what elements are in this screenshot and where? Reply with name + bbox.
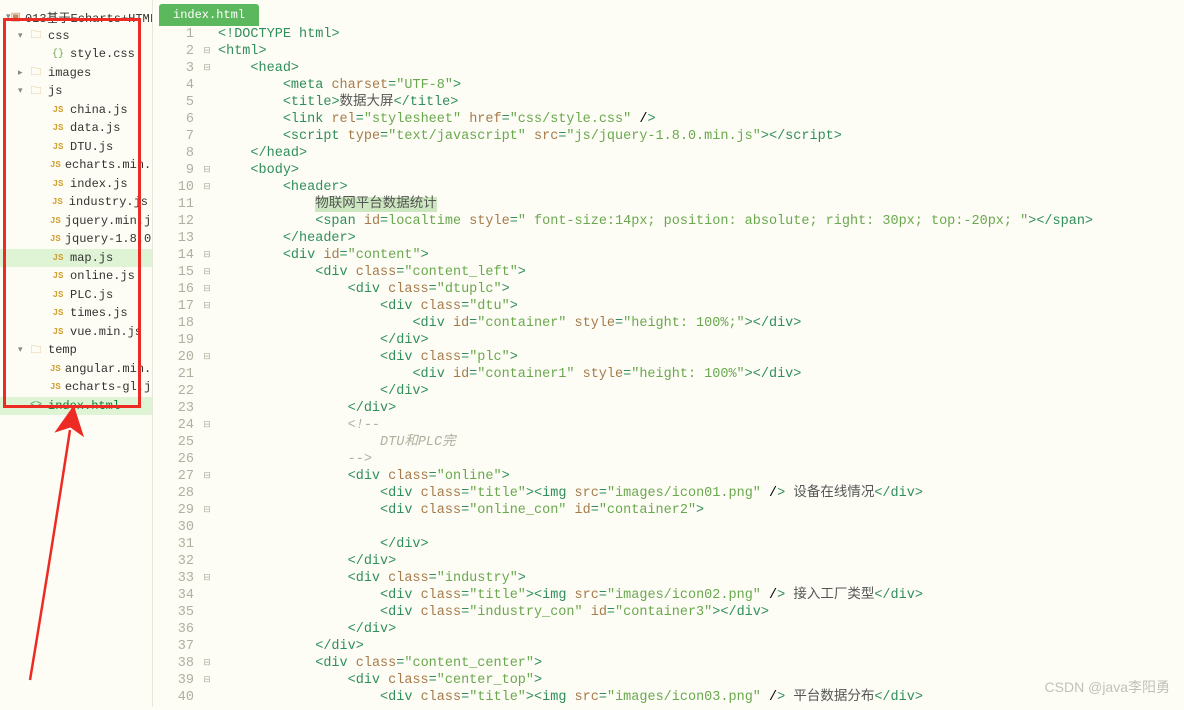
file-label: PLC.js (70, 288, 113, 302)
tree-folder-images[interactable]: ▸ 🗀 images (0, 64, 152, 83)
file-label: style.css (70, 47, 135, 61)
tree-root[interactable]: ▾ ▣ 013基于Echarts+HTML... (0, 8, 152, 27)
js-file-icon: JS (50, 325, 66, 339)
tree-file[interactable]: JS index.js (0, 175, 152, 194)
js-file-icon: JS (50, 214, 61, 228)
js-file-icon: JS (50, 103, 66, 117)
file-label: index.js (70, 177, 128, 191)
js-file-icon: JS (50, 380, 61, 394)
tree-file[interactable]: JS online.js (0, 267, 152, 286)
tree-file[interactable]: {} style.css (0, 45, 152, 64)
folder-icon: 🗀 (28, 343, 44, 357)
tree-folder-js[interactable]: ▾ 🗀 js (0, 82, 152, 101)
file-label: vue.min.js (70, 325, 142, 339)
file-label: china.js (70, 103, 128, 117)
tree-file[interactable]: JS angular.min.js (0, 360, 152, 379)
chevron-down-icon: ▾ (18, 31, 28, 41)
fold-gutter: ⊟⊟⊟⊟⊟⊟⊟⊟⊟⊟⊟⊟⊟⊟⊟ (200, 26, 214, 707)
file-label: industry.js (69, 195, 148, 209)
js-file-icon: JS (50, 140, 66, 154)
file-label: jquery-1.8.0.min.js (65, 232, 152, 246)
chevron-down-icon: ▾ (18, 86, 28, 96)
file-label: index.html (48, 399, 120, 413)
file-label: data.js (70, 121, 120, 135)
folder-label: temp (48, 343, 77, 357)
tree-file[interactable]: JS industry.js (0, 193, 152, 212)
folder-icon: 🗀 (28, 84, 44, 98)
file-label: DTU.js (70, 140, 113, 154)
folder-label: css (48, 29, 70, 43)
file-label: map.js (70, 251, 113, 265)
file-label: online.js (70, 269, 135, 283)
tree-file[interactable]: JS china.js (0, 101, 152, 120)
tree-file[interactable]: JS DTU.js (0, 138, 152, 157)
folder-icon: 🗀 (28, 66, 44, 80)
tree-file[interactable]: JS vue.min.js (0, 323, 152, 342)
editor-tab-active[interactable]: index.html (159, 4, 259, 26)
js-file-icon: JS (50, 121, 66, 135)
tree-folder-css[interactable]: ▾ 🗀 css (0, 27, 152, 46)
js-file-icon: JS (50, 251, 66, 265)
tree-file[interactable]: JS times.js (0, 304, 152, 323)
js-file-icon: JS (50, 306, 66, 320)
css-file-icon: {} (50, 47, 66, 61)
folder-root-icon: ▣ (11, 10, 21, 24)
tree-file[interactable]: JS echarts.min.js (0, 156, 152, 175)
tab-bar: index.html (153, 0, 1184, 26)
tree-file-selected[interactable]: JS map.js (0, 249, 152, 268)
line-number-gutter: 1234567891011121314151617181920212223242… (153, 26, 200, 707)
chevron-right-icon: ▸ (18, 68, 28, 78)
js-file-icon: JS (50, 362, 61, 376)
tree-file-active[interactable]: <> index.html (0, 397, 152, 416)
watermark: CSDN @java李阳勇 (1045, 677, 1170, 697)
js-file-icon: JS (50, 177, 66, 191)
folder-label: js (48, 84, 62, 98)
tree-file[interactable]: JS jquery-1.8.0.min.js (0, 230, 152, 249)
tree-file[interactable]: JS echarts-gl.js (0, 378, 152, 397)
file-label: jquery.min.js (65, 214, 152, 228)
tree-file[interactable]: JS jquery.min.js (0, 212, 152, 231)
code-area[interactable]: <!DOCTYPE html><html> <head> <meta chars… (214, 26, 1184, 707)
tree-file[interactable]: JS data.js (0, 119, 152, 138)
file-label: echarts-gl.js (65, 380, 152, 394)
code-editor[interactable]: 1234567891011121314151617181920212223242… (153, 26, 1184, 707)
editor-pane: index.html 12345678910111213141516171819… (153, 0, 1184, 707)
tree-folder-temp[interactable]: ▾ 🗀 temp (0, 341, 152, 360)
file-label: echarts.min.js (65, 158, 152, 172)
file-label: angular.min.js (65, 362, 152, 376)
js-file-icon: JS (50, 288, 66, 302)
tree-root-label: 013基于Echarts+HTML... (25, 9, 152, 26)
file-label: times.js (70, 306, 128, 320)
folder-icon: 🗀 (28, 29, 44, 43)
file-tree-sidebar[interactable]: ▾ ▣ 013基于Echarts+HTML... ▾ 🗀 css {} styl… (0, 0, 153, 707)
js-file-icon: JS (50, 232, 61, 246)
folder-label: images (48, 66, 91, 80)
html-file-icon: <> (28, 399, 44, 413)
js-file-icon: JS (50, 195, 65, 209)
tree-file[interactable]: JS PLC.js (0, 286, 152, 305)
chevron-down-icon: ▾ (18, 345, 28, 355)
js-file-icon: JS (50, 269, 66, 283)
js-file-icon: JS (50, 158, 61, 172)
